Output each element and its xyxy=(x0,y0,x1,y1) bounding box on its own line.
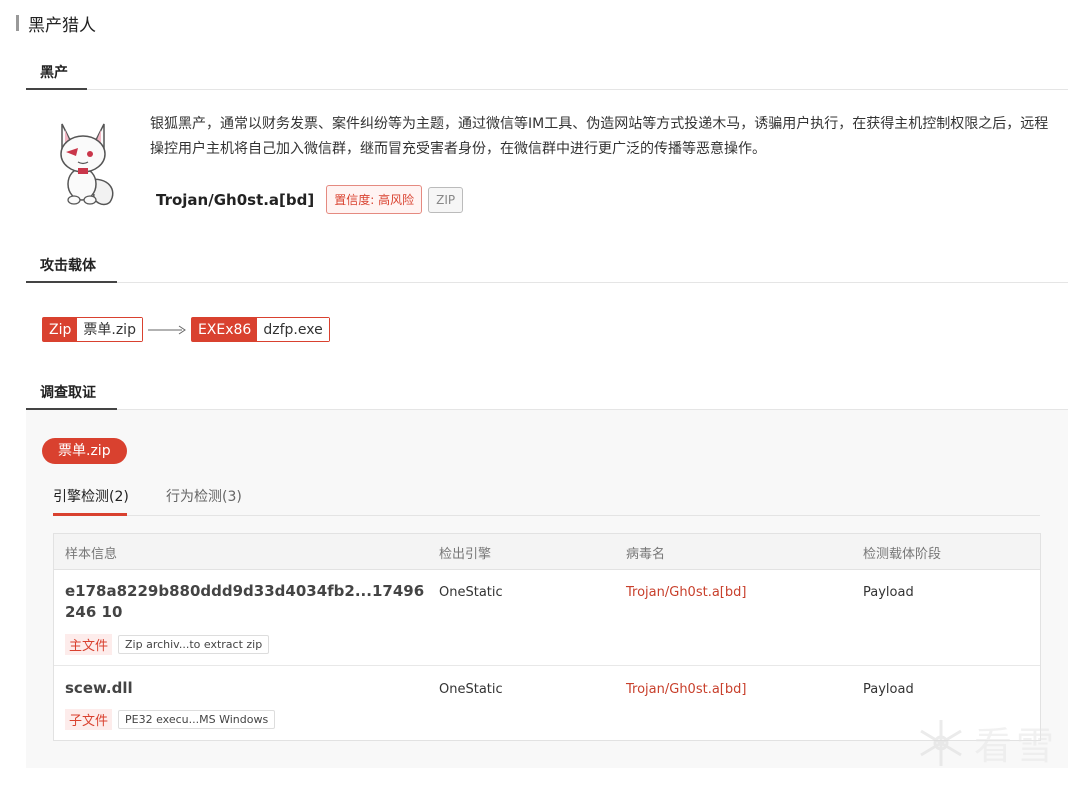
sample-hash: e178a8229b880ddd9d33d4034fb2...17496246 … xyxy=(65,582,425,621)
page-title: 黑产猎人 xyxy=(28,15,96,36)
column-header-sample: 样本信息 xyxy=(65,547,118,562)
watermark-text: 看雪 xyxy=(973,724,1058,768)
tab-engine-detection[interactable]: 引擎检测(2) xyxy=(53,486,129,506)
silver-fox-mascot-icon xyxy=(60,123,114,206)
header-accent-bar xyxy=(16,15,19,31)
page-header: 黑产猎人 xyxy=(16,12,96,36)
column-header-engine: 检出引擎 xyxy=(439,547,492,562)
section-underline xyxy=(26,88,87,90)
engine-cell: OneStatic xyxy=(439,682,503,697)
file-type-badge: ZIP xyxy=(428,186,464,213)
sample-filename: scew.dll xyxy=(65,679,133,697)
stage-cell: Payload xyxy=(863,585,914,600)
section-title-attack-payload: 攻击载体 xyxy=(40,258,96,274)
file-role-badge: 主文件 xyxy=(65,634,113,655)
virus-name-link[interactable]: Trojan/Gh0st.a[bd] xyxy=(626,682,746,697)
sample-meta: 主文件 Zip archiv...to extract zip xyxy=(65,634,270,655)
section-title-investigation: 调查取证 xyxy=(40,385,96,401)
malware-family-label: Trojan/Gh0st.a[bd] xyxy=(156,190,315,209)
file-type-badge: Zip archiv...to extract zip xyxy=(118,635,270,654)
section-underline xyxy=(26,281,117,283)
file-type-badge: PE32 execu...MS Windows xyxy=(118,710,276,729)
section-header-investigation: 调查取证 xyxy=(26,382,1068,410)
payload-filename: 票单.zip xyxy=(77,318,142,341)
table-row[interactable]: scew.dll 子文件 PE32 execu...MS Windows One… xyxy=(54,666,1040,740)
payload-chip-zip[interactable]: Zip 票单.zip xyxy=(42,317,143,342)
detection-tabs: 引擎检测(2) 行为检测(3) xyxy=(53,484,1040,516)
tab-behavior-detection[interactable]: 行为检测(3) xyxy=(166,486,242,506)
sample-meta: 子文件 PE32 execu...MS Windows xyxy=(65,709,276,730)
gang-description: 银狐黑产，通常以财务发票、案件纠纷等为主题，通过微信等IM工具、伪造网站等方式投… xyxy=(150,116,1049,157)
payload-chain: Zip 票单.zip EXEx86 dzfp.exe xyxy=(42,317,330,342)
stage-cell: Payload xyxy=(863,682,914,697)
watermark: 看雪 xyxy=(914,715,1058,770)
arrow-right-icon xyxy=(147,325,186,334)
payload-type: Zip xyxy=(43,318,78,341)
column-header-stage: 检测载体阶段 xyxy=(863,547,942,562)
table-row[interactable]: e178a8229b880ddd9d33d4034fb2...17496246 … xyxy=(54,570,1040,666)
snowflake-icon xyxy=(920,719,962,766)
section-header-attack-payload: 攻击载体 xyxy=(26,255,1068,283)
column-header-virus: 病毒名 xyxy=(626,547,666,562)
section-header-black-industry: 黑产 xyxy=(26,62,1068,90)
file-role-badge: 子文件 xyxy=(65,709,113,730)
investigation-panel: 票单.zip 引擎检测(2) 行为检测(3) 样本信息 检出引擎 病毒名 检测载… xyxy=(26,410,1068,768)
engine-cell: OneStatic xyxy=(439,585,503,600)
payload-filename: dzfp.exe xyxy=(257,318,329,341)
gang-tags: Trojan/Gh0st.a[bd] 置信度: 高风险 ZIP xyxy=(156,185,464,214)
payload-chip-exe[interactable]: EXEx86 dzfp.exe xyxy=(190,317,330,342)
section-title-black-industry: 黑产 xyxy=(40,65,68,81)
virus-name-link[interactable]: Trojan/Gh0st.a[bd] xyxy=(626,585,746,600)
detection-table: 样本信息 检出引擎 病毒名 检测载体阶段 e178a8229b880ddd9d3… xyxy=(53,533,1041,741)
active-tab-indicator xyxy=(53,513,127,516)
payload-type: EXEx86 xyxy=(191,318,258,341)
risk-level-badge: 置信度: 高风险 xyxy=(326,185,423,214)
selected-file-pill[interactable]: 票单.zip xyxy=(42,438,127,464)
table-header: 样本信息 检出引擎 病毒名 检测载体阶段 xyxy=(54,534,1040,570)
